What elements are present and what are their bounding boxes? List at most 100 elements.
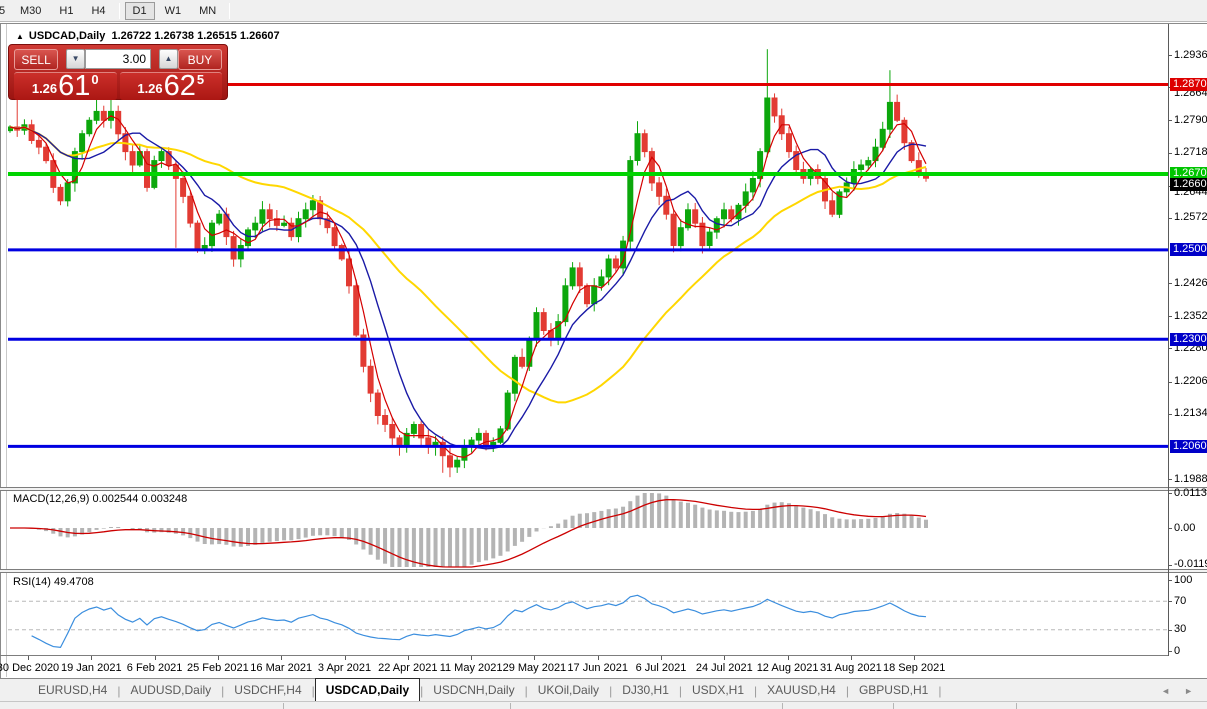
date-tick-dash — [724, 656, 726, 660]
date-tick-dash — [154, 656, 156, 660]
date-axis-label: 18 Sep 2021 — [882, 662, 946, 674]
price-axis-label: 30 — [1174, 623, 1187, 636]
sell-button[interactable]: SELL — [14, 48, 59, 70]
status-bar-divider — [283, 703, 284, 709]
chart-tab-usdchf[interactable]: USDCHF,H4 — [224, 680, 311, 701]
timeframe-m30[interactable]: M30 — [12, 2, 49, 20]
price-axis-label: -0.01190 — [1174, 558, 1207, 571]
price-axis-label: 1.24260 — [1174, 276, 1207, 289]
date-tick-dash — [914, 656, 916, 660]
chart-tab-ukoil[interactable]: UKOil,Daily — [528, 680, 609, 701]
volume-decrease-button[interactable]: ▼ — [66, 49, 85, 69]
date-tick-dash — [217, 656, 219, 660]
buy-price-button[interactable]: 1.26 62 5 — [119, 70, 222, 102]
chart-tab-usdcnh[interactable]: USDCNH,Daily — [423, 680, 524, 701]
date-tick-dash — [471, 656, 473, 660]
toolbar-separator — [118, 2, 120, 19]
price-axis-label: 1.23520 — [1174, 309, 1207, 322]
timeframe-mn[interactable]: MN — [191, 2, 224, 20]
axis-tick-dash — [1168, 651, 1172, 652]
timeframe-toolbar: 5M30H1H4 D1W1MN — [0, 0, 1207, 22]
date-tick-dash — [534, 656, 536, 660]
status-bar-divider — [510, 703, 511, 709]
price-axis-label: 1.25720 — [1174, 211, 1207, 224]
chart-tab-xauusd[interactable]: XAUUSD,H4 — [757, 680, 846, 701]
one-click-trade-panel: SELL ▼ ▲ BUY 1.26 61 0 1.26 62 5 — [8, 44, 228, 102]
axis-tick-dash — [1168, 413, 1172, 415]
chart-tab-eurusd[interactable]: EURUSD,H4 — [28, 680, 117, 701]
chart-tab-usdx[interactable]: USDX,H1 — [682, 680, 754, 701]
price-axis-label: 1.27180 — [1174, 146, 1207, 159]
chart-ohlc-values: 1.26722 1.26738 1.26515 1.26607 — [111, 30, 280, 42]
axis-tick-dash — [1168, 479, 1172, 481]
axis-tick-dash — [1168, 120, 1172, 122]
axis-tick-dash — [1168, 528, 1172, 529]
date-tick-dash — [91, 656, 93, 660]
price-axis-label: 1.29360 — [1174, 48, 1207, 61]
timeframe-d1[interactable]: D1 — [124, 1, 155, 20]
collapse-panel-icon[interactable]: ▲ — [16, 32, 24, 41]
volume-input[interactable] — [85, 49, 151, 69]
toolbar-separator — [229, 2, 231, 19]
date-tick-dash — [344, 656, 346, 660]
price-axis-label: 1.19880 — [1174, 472, 1207, 485]
chart-tab-gbpusd[interactable]: GBPUSD,H1 — [849, 680, 938, 701]
price-axis-label: 0.01135 — [1174, 486, 1207, 499]
price-axis-label: 70 — [1174, 594, 1187, 607]
buy-price-pip: 5 — [196, 72, 205, 87]
axis-tick-dash — [1168, 580, 1172, 581]
date-tick-dash — [787, 656, 789, 660]
chart-symbol-label: USDCAD,Daily — [28, 30, 106, 42]
axis-tick-dash — [1168, 629, 1172, 631]
sell-price-prefix: 1.26 — [31, 81, 58, 96]
price-axis-label: 1.27900 — [1174, 113, 1207, 126]
axis-tick-dash — [1168, 217, 1172, 219]
rsi-indicator-label: RSI(14) 49.4708 — [13, 576, 94, 588]
tabs-scroll-left-icon[interactable]: ◄ — [1161, 686, 1170, 696]
date-tick-dash — [661, 656, 662, 660]
axis-tick-dash — [1168, 381, 1172, 383]
axis-tick-dash — [1168, 601, 1172, 603]
axis-tick-dash — [1168, 316, 1172, 318]
chart-tabs-bar: EURUSD,H4 | AUDUSD,Daily | USDCHF,H4 | USDCAD,… — [0, 678, 1207, 701]
status-bar-divider — [782, 703, 783, 709]
date-axis-border — [0, 655, 1168, 656]
rsi-canvas[interactable] — [8, 573, 1168, 655]
timeframe-h1[interactable]: H1 — [51, 2, 81, 20]
axis-tick-dash — [1168, 152, 1172, 154]
price-axis-label: 0.00 — [1174, 521, 1196, 534]
buy-button[interactable]: BUY — [177, 48, 222, 70]
timeframe-5[interactable]: 5 — [0, 2, 10, 20]
chart-tab-audusd[interactable]: AUDUSD,Daily — [120, 680, 221, 701]
sell-price-button[interactable]: 1.26 61 0 — [14, 70, 117, 102]
date-tick-dash — [407, 656, 409, 660]
chart-tab-dj30[interactable]: DJ30,H1 — [612, 680, 679, 701]
chart-window-top-border — [0, 23, 1207, 24]
axis-tick-dash — [1168, 283, 1172, 285]
timeframe-h4[interactable]: H4 — [83, 2, 113, 20]
date-tick-dash — [850, 656, 852, 660]
date-tick-dash — [28, 656, 29, 660]
price-level-badge: 1.25003 — [1170, 243, 1207, 257]
chart-tab-usdcad[interactable]: USDCAD,Daily — [314, 678, 421, 701]
chart-title: ▲ USDCAD,Daily 1.26722 1.26738 1.26515 1.… — [13, 30, 283, 42]
status-bar — [0, 701, 1207, 709]
price-level-badge: 1.23003 — [1170, 332, 1207, 346]
axis-tick-dash — [1168, 55, 1172, 56]
sell-price-pip: 0 — [91, 72, 99, 87]
mt4-terminal: 5M30H1H4D1W1MN ▲USDCAD,Daily 1.26722 1.2… — [0, 0, 1207, 709]
macd-indicator-label: MACD(12,26,9) 0.002544 0.003248 — [13, 493, 188, 505]
buy-price-prefix: 1.26 — [137, 81, 163, 96]
status-bar-divider — [1016, 703, 1017, 709]
buy-price-main: 62 — [163, 70, 196, 102]
timeframe-w1[interactable]: W1 — [157, 2, 190, 20]
tabs-scroll-right-icon[interactable]: ► — [1184, 686, 1193, 696]
volume-increase-button[interactable]: ▲ — [159, 49, 178, 69]
price-axis-line — [1168, 24, 1169, 656]
axis-tick-dash — [1168, 348, 1172, 350]
date-tick-dash — [281, 656, 283, 660]
price-axis-label: 1.21340 — [1174, 407, 1207, 420]
price-axis-label: 0 — [1174, 644, 1181, 657]
date-tick-dash — [597, 656, 599, 660]
sell-price-main: 61 — [58, 70, 91, 102]
